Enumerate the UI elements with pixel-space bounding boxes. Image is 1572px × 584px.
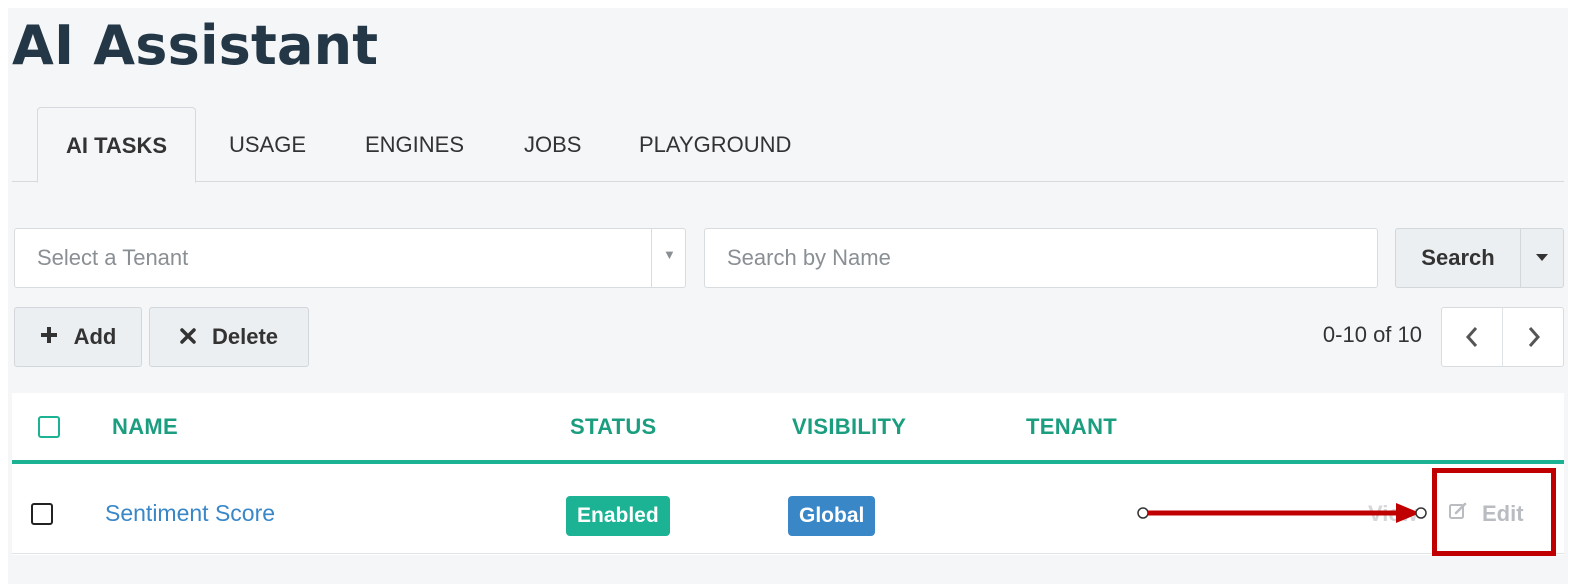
view-link[interactable]: View [1368, 501, 1418, 527]
tenant-select-placeholder: Select a Tenant [37, 245, 189, 270]
tenant-select-toggle[interactable]: ▼ [651, 229, 685, 287]
row-checkbox[interactable] [31, 503, 53, 525]
tab-usage[interactable]: USAGE [229, 107, 306, 182]
chevron-left-icon [1465, 327, 1478, 347]
times-icon [180, 324, 196, 350]
edit-icon [1448, 501, 1468, 527]
tab-ai-tasks[interactable]: AI TASKS [37, 107, 197, 183]
add-button-label: Add [73, 324, 117, 349]
row-divider [12, 553, 1564, 554]
tab-playground[interactable]: PLAYGROUND [639, 107, 791, 182]
select-all-checkbox[interactable] [38, 416, 60, 438]
column-header-tenant[interactable]: TENANT [1026, 414, 1117, 440]
tab-engines[interactable]: ENGINES [365, 107, 464, 182]
caret-down-icon: ▼ [663, 247, 676, 262]
tab-bar: AI TASKS USAGE ENGINES JOBS PLAYGROUND [12, 107, 1564, 183]
search-dropdown-toggle[interactable] [1520, 228, 1564, 288]
delete-button[interactable]: Delete [149, 307, 309, 367]
tenant-select[interactable]: Select a Tenant ▼ [14, 228, 686, 288]
caret-down-icon [1536, 254, 1548, 261]
column-header-status[interactable]: STATUS [570, 414, 657, 440]
next-page-button[interactable] [1503, 308, 1564, 366]
edit-link[interactable]: Edit [1448, 501, 1524, 527]
previous-page-button[interactable] [1442, 308, 1503, 366]
pagination-range: 0-10 of 10 [1322, 322, 1422, 347]
add-button[interactable]: Add [14, 307, 142, 367]
page-title: AI Assistant [12, 14, 379, 77]
tasks-table: NAME STATUS VISIBILITY TENANT Sentiment … [12, 393, 1564, 555]
status-badge: Enabled [566, 496, 670, 536]
column-header-visibility[interactable]: VISIBILITY [792, 414, 906, 440]
tab-jobs[interactable]: JOBS [524, 107, 581, 182]
plus-icon [40, 324, 58, 350]
task-name-link[interactable]: Sentiment Score [105, 500, 275, 527]
search-input[interactable] [704, 228, 1378, 288]
table-header: NAME STATUS VISIBILITY TENANT [12, 393, 1564, 464]
visibility-badge: Global [788, 496, 876, 536]
edit-link-label: Edit [1482, 501, 1524, 526]
delete-button-label: Delete [211, 324, 279, 349]
search-button[interactable]: Search [1395, 228, 1521, 288]
pagination [1441, 307, 1564, 367]
column-header-name[interactable]: NAME [112, 414, 178, 440]
chevron-right-icon [1528, 327, 1540, 347]
